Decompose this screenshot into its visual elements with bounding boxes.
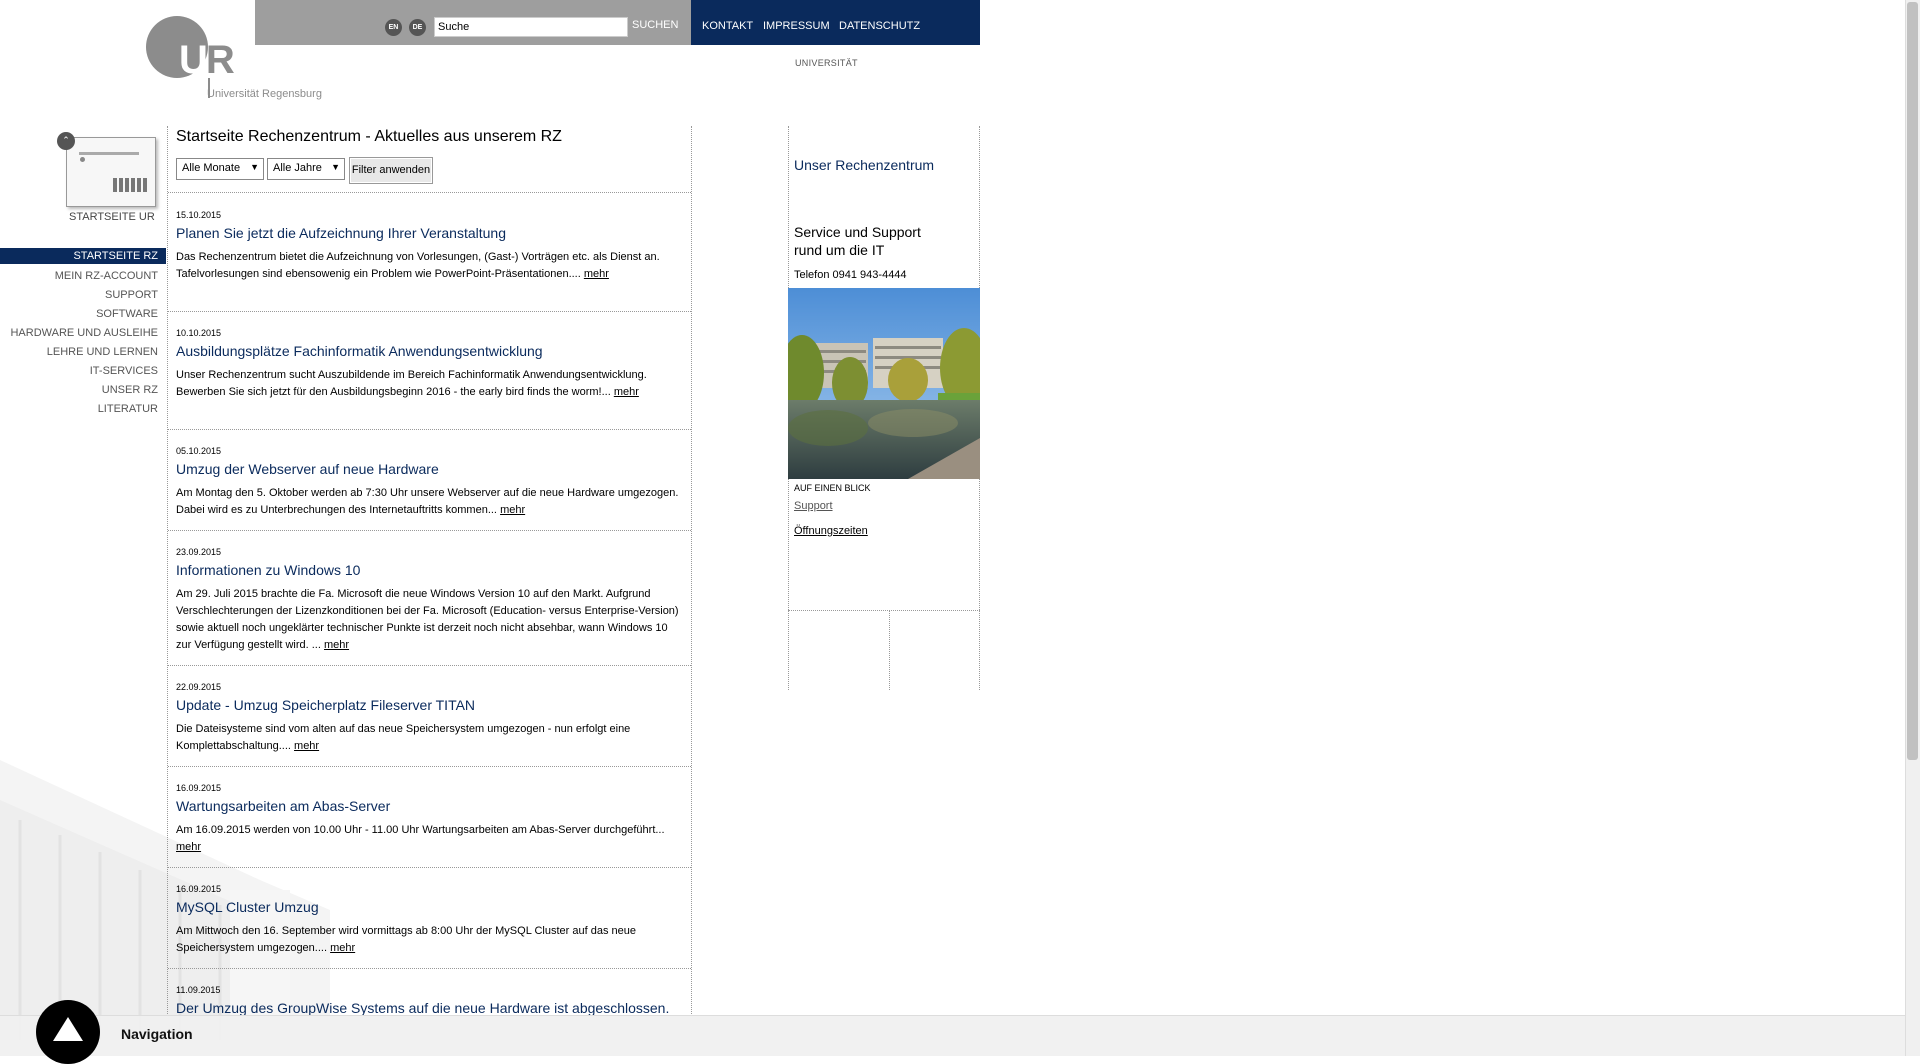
nav-item-hardware[interactable]: HARDWARE UND AUSLEIHE — [0, 324, 166, 343]
collapse-up-icon[interactable]: ⌃ — [57, 132, 75, 150]
news-item: 22.09.2015 Update - Umzug Speicherplatz … — [176, 682, 684, 755]
sidebar-title[interactable]: Unser Rechenzentrum — [794, 157, 934, 173]
nav-item-literatur[interactable]: LITERATUR — [0, 400, 166, 419]
divider — [168, 311, 691, 312]
news-text: Am Mittwoch den 16. September wird vormi… — [176, 925, 636, 954]
main-left-border — [167, 126, 168, 1016]
service-line-2: rund um die IT — [794, 242, 885, 258]
nav-item-startseite-rz[interactable]: STARTSEITE RZ — [0, 248, 166, 264]
phone-number: Telefon 0941 943-4444 — [794, 269, 907, 281]
news-text: Am 16.09.2015 werden von 10.00 Uhr - 11.… — [176, 824, 665, 836]
chevron-down-icon: ▼ — [250, 162, 259, 172]
more-link[interactable]: mehr — [324, 639, 349, 651]
impressum-link[interactable]: IMPRESSUM — [763, 20, 830, 32]
kontakt-link[interactable]: KONTAKT — [702, 20, 753, 32]
sidebar-nav: STARTSEITE RZ MEIN RZ-ACCOUNT SUPPORT SO… — [0, 248, 166, 419]
more-link[interactable]: mehr — [294, 740, 319, 752]
thumbnail-grid — [113, 178, 149, 192]
news-item: 16.09.2015 Wartungsarbeiten am Abas-Serv… — [176, 783, 684, 856]
campus-photo — [788, 288, 980, 479]
month-select[interactable]: Alle Monate ▼ — [176, 158, 264, 180]
sidebar-inner-border — [889, 610, 890, 690]
divider — [168, 968, 691, 969]
news-title[interactable]: Umzug der Webserver auf neue Hardware — [176, 461, 684, 477]
news-date: 11.09.2015 — [176, 985, 221, 995]
news-date: 16.09.2015 — [176, 783, 222, 793]
news-item: 10.10.2015 Ausbildungsplätze Fachinforma… — [176, 328, 684, 401]
news-date: 16.09.2015 — [176, 884, 222, 894]
navigation-toggle-button[interactable] — [36, 1000, 100, 1064]
nav-item-it-services[interactable]: IT-SERVICES — [0, 362, 166, 381]
divider — [168, 530, 691, 531]
logo-name: Universität Regensburg — [207, 88, 322, 100]
thumbnail-bar — [79, 152, 139, 155]
more-link[interactable]: mehr — [500, 504, 525, 516]
universitaet-label[interactable]: UNIVERSITÄT — [795, 58, 858, 68]
service-heading: Service und Support rund um die IT — [794, 223, 954, 259]
filter-apply-button[interactable]: Filter anwenden — [349, 157, 433, 184]
news-date: 23.09.2015 — [176, 547, 222, 557]
navigation-label[interactable]: Navigation — [121, 1026, 193, 1042]
more-link[interactable]: mehr — [176, 841, 201, 853]
news-item: 16.09.2015 MySQL Cluster Umzug Am Mittwo… — [176, 884, 684, 957]
news-item: 05.10.2015 Umzug der Webserver auf neue … — [176, 446, 684, 519]
news-title[interactable]: MySQL Cluster Umzug — [176, 899, 684, 915]
datenschutz-link[interactable]: DATENSCHUTZ — [839, 20, 920, 32]
more-link[interactable]: mehr — [614, 386, 639, 398]
month-select-value: Alle Monate — [182, 162, 241, 174]
more-link[interactable]: mehr — [330, 942, 355, 954]
nav-item-unser-rz[interactable]: UNSER RZ — [0, 381, 166, 400]
news-text: Unser Rechenzentrum sucht Auszubildende … — [176, 369, 647, 398]
news-text: Am 29. Juli 2015 brachte die Fa. Microso… — [176, 588, 679, 651]
news-title[interactable]: Informationen zu Windows 10 — [176, 562, 684, 578]
year-select[interactable]: Alle Jahre ▼ — [267, 158, 345, 180]
nav-item-mein-rz-account[interactable]: MEIN RZ-ACCOUNT — [0, 267, 166, 286]
nav-item-support[interactable]: SUPPORT — [0, 286, 166, 305]
opening-hours-link[interactable]: Öffnungszeiten — [794, 525, 868, 537]
news-item: 11.09.2015 Der Umzug des GroupWise Syste… — [176, 985, 684, 1016]
thumbnail-dot — [80, 157, 85, 162]
scrollbar-thumb[interactable] — [1907, 2, 1918, 760]
divider — [168, 192, 691, 193]
nav-startseite-ur[interactable]: STARTSEITE UR — [69, 211, 155, 223]
news-item: 15.10.2015 Planen Sie jetzt die Aufzeich… — [176, 210, 684, 283]
language-en-button[interactable]: EN — [385, 19, 402, 36]
news-text: Die Dateisysteme sind vom alten auf das … — [176, 723, 631, 752]
search-input[interactable] — [434, 17, 628, 37]
search-button[interactable]: SUCHEN — [632, 19, 678, 31]
chevron-down-icon: ▼ — [331, 162, 340, 172]
news-date: 22.09.2015 — [176, 682, 222, 692]
nav-item-lehre[interactable]: LEHRE UND LERNEN — [0, 343, 166, 362]
service-line-1: Service und Support — [794, 224, 921, 240]
news-item: 23.09.2015 Informationen zu Windows 10 A… — [176, 547, 684, 654]
divider — [168, 665, 691, 666]
bottom-navigation-bar — [0, 1015, 1905, 1056]
divider — [168, 429, 691, 430]
news-title[interactable]: Planen Sie jetzt die Aufzeichnung Ihrer … — [176, 225, 684, 241]
news-text: Am Montag den 5. Oktober werden ab 7:30 … — [176, 487, 679, 516]
triangle-up-icon — [53, 1017, 83, 1041]
divider — [168, 867, 691, 868]
support-link[interactable]: Support — [794, 500, 833, 512]
news-date: 10.10.2015 — [176, 328, 222, 338]
nav-item-software[interactable]: SOFTWARE — [0, 305, 166, 324]
news-date: 15.10.2015 — [176, 210, 222, 220]
news-title[interactable]: Ausbildungsplätze Fachinformatik Anwendu… — [176, 343, 684, 359]
year-select-value: Alle Jahre — [273, 162, 322, 174]
more-link[interactable]: mehr — [584, 268, 609, 280]
language-de-button[interactable]: DE — [409, 19, 426, 36]
page-title: Startseite Rechenzentrum - Aktuelles aus… — [176, 128, 562, 145]
logo-letters: UR — [179, 38, 235, 82]
news-title[interactable]: Update - Umzug Speicherplatz Fileserver … — [176, 697, 684, 713]
news-title[interactable]: Wartungsarbeiten am Abas-Server — [176, 798, 684, 814]
homepage-thumbnail[interactable] — [66, 137, 156, 207]
divider — [168, 766, 691, 767]
at-a-glance-label: AUF EINEN BLICK — [794, 483, 871, 493]
main-right-border — [691, 126, 692, 1016]
news-date: 05.10.2015 — [176, 446, 222, 456]
sidebar-divider — [788, 610, 980, 611]
news-title[interactable]: Der Umzug des GroupWise Systems auf die … — [176, 1000, 684, 1016]
